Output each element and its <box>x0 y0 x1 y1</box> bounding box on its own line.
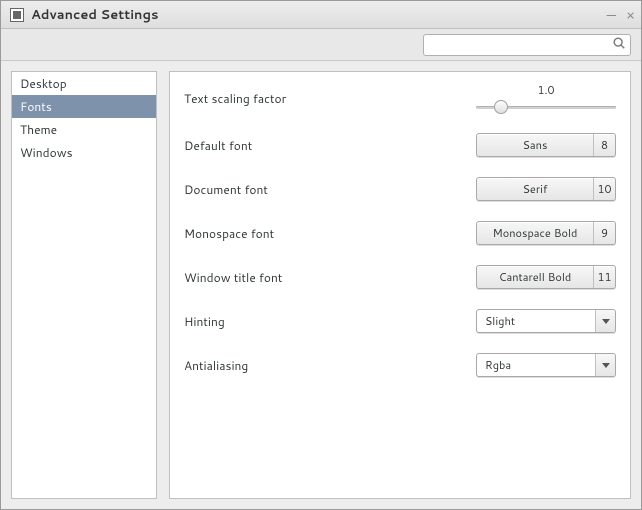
settings-panel: Text scaling factor 1.0 Default font San… <box>169 71 631 499</box>
default-font-size: 8 <box>593 134 615 156</box>
sidebar-item-desktop[interactable]: Desktop <box>12 72 156 95</box>
document-font-name: Serif <box>477 178 593 200</box>
monospace-font-size: 9 <box>593 222 615 244</box>
text-scaling-slider[interactable] <box>476 100 616 114</box>
window-title: Advanced Settings <box>31 6 607 24</box>
toolbar <box>1 29 641 61</box>
app-icon <box>9 7 25 23</box>
text-scaling-label: Text scaling factor <box>184 90 476 107</box>
monospace-font-label: Monospace font <box>184 225 476 242</box>
document-font-button[interactable]: Serif 10 <box>476 177 616 201</box>
hinting-label: Hinting <box>184 313 476 330</box>
window-title-font-button[interactable]: Cantarell Bold 11 <box>476 265 616 289</box>
antialiasing-combo[interactable]: Rgba <box>476 353 616 377</box>
window-title-font-label: Window title font <box>184 269 476 286</box>
default-font-name: Sans <box>477 134 593 156</box>
monospace-font-button[interactable]: Monospace Bold 9 <box>476 221 616 245</box>
search-icon <box>612 36 626 54</box>
search-box[interactable] <box>423 34 631 56</box>
hinting-combo[interactable]: Slight <box>476 309 616 333</box>
minimize-button[interactable]: — <box>607 8 616 22</box>
chevron-down-icon <box>595 310 615 332</box>
sidebar-item-theme[interactable]: Theme <box>12 118 156 141</box>
search-input[interactable] <box>428 38 612 52</box>
sidebar: Desktop Fonts Theme Windows <box>11 71 157 499</box>
text-scaling-value: 1.0 <box>476 82 616 98</box>
titlebar: Advanced Settings — × <box>1 1 641 29</box>
document-font-size: 10 <box>593 178 615 200</box>
default-font-button[interactable]: Sans 8 <box>476 133 616 157</box>
window-title-font-size: 11 <box>593 266 615 288</box>
sidebar-item-windows[interactable]: Windows <box>12 141 156 164</box>
hinting-value: Slight <box>477 313 595 329</box>
default-font-label: Default font <box>184 137 476 154</box>
monospace-font-name: Monospace Bold <box>477 222 593 244</box>
antialiasing-label: Antialiasing <box>184 357 476 374</box>
slider-thumb[interactable] <box>494 100 508 114</box>
antialiasing-value: Rgba <box>477 357 595 373</box>
document-font-label: Document font <box>184 181 476 198</box>
chevron-down-icon <box>595 354 615 376</box>
close-button[interactable]: × <box>626 8 635 22</box>
sidebar-item-fonts[interactable]: Fonts <box>12 95 156 118</box>
window-title-font-name: Cantarell Bold <box>477 266 593 288</box>
